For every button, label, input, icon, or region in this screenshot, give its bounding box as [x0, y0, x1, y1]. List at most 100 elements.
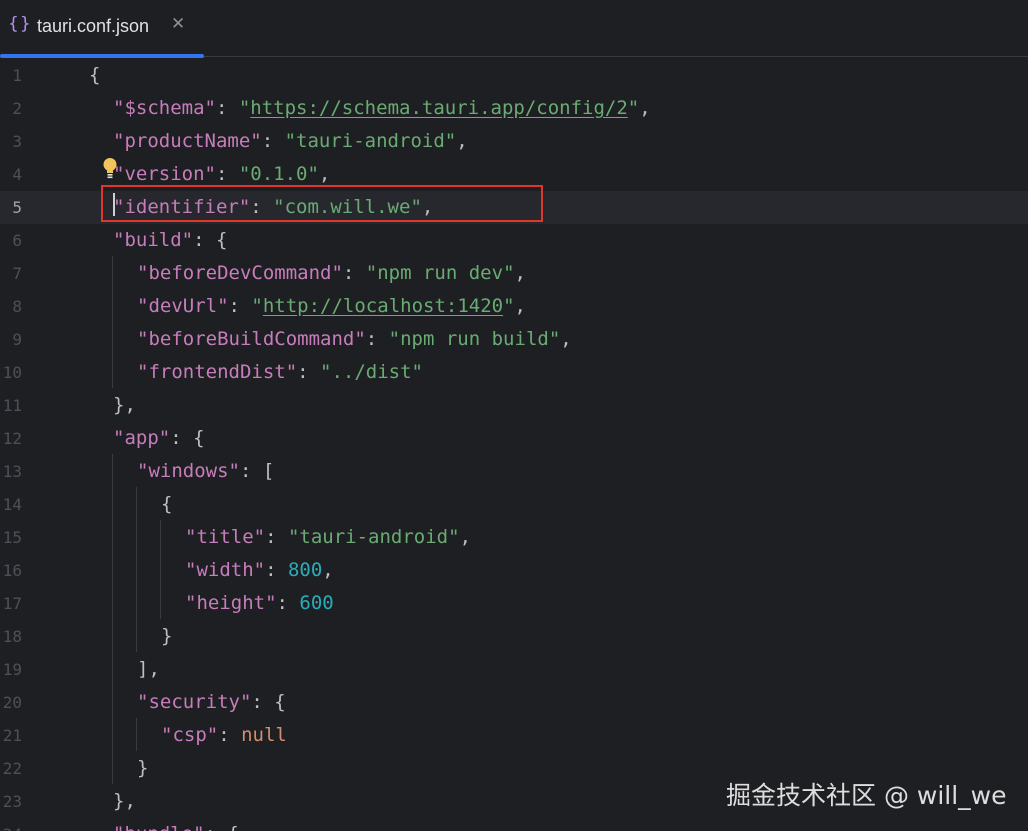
code-text: "devUrl": "http://localhost:1420", — [137, 290, 526, 323]
code-text: "$schema": "https://schema.tauri.app/con… — [113, 92, 651, 125]
code-token: "width" — [185, 559, 266, 581]
line-number: 17 — [2, 594, 22, 613]
indent-guide — [136, 718, 137, 751]
code-line[interactable]: 9 "beforeBuildCommand": "npm run build", — [0, 323, 1028, 356]
code-token: "frontendDist" — [137, 361, 298, 383]
close-icon[interactable]: ✕ — [171, 14, 185, 34]
code-text: "width": 800, — [185, 554, 334, 587]
code-line[interactable]: 16 "width": 800, — [0, 554, 1028, 587]
code-token: "$schema" — [113, 97, 216, 119]
line-number: 23 — [2, 792, 22, 811]
tab-tauri-conf-json[interactable]: {} tauri.conf.json ✕ — [0, 0, 204, 58]
json-braces-icon: {} — [8, 14, 32, 34]
editor-tab-bar: {} tauri.conf.json ✕ — [0, 0, 1028, 58]
code-text: }, — [113, 389, 136, 422]
line-number: 2 — [12, 99, 22, 118]
code-text: "productName": "tauri-android", — [113, 125, 468, 158]
code-token: , — [318, 163, 331, 185]
code-token: "app" — [113, 427, 171, 449]
code-line[interactable]: 15 "title": "tauri-android", — [0, 521, 1028, 554]
code-token: : — [215, 97, 239, 119]
code-token: : — [265, 526, 288, 548]
code-line[interactable]: 12 "app": { — [0, 422, 1028, 455]
code-line[interactable]: 10 "frontendDist": "../dist" — [0, 356, 1028, 389]
code-text: "beforeDevCommand": "npm run dev", — [137, 257, 526, 290]
code-line[interactable]: 14 { — [0, 488, 1028, 521]
code-line[interactable]: 24 "bundle": { — [0, 818, 1028, 831]
code-text: ], — [137, 653, 160, 686]
code-token: { — [161, 493, 173, 515]
code-line[interactable]: 13 "windows": [ — [0, 455, 1028, 488]
indent-guide — [112, 454, 113, 784]
code-token: ], — [137, 658, 160, 680]
code-text: "beforeBuildCommand": "npm run build", — [137, 323, 572, 356]
code-line[interactable]: 1{ — [0, 59, 1028, 92]
code-text: { — [161, 488, 172, 521]
line-number: 13 — [2, 462, 22, 481]
code-token: , — [514, 295, 526, 317]
code-token: : — [265, 559, 288, 581]
code-token: https://schema.tauri.app/config/2 — [250, 97, 628, 119]
code-text: "app": { — [113, 422, 205, 455]
code-text: "security": { — [137, 686, 286, 719]
code-token: "title" — [185, 526, 266, 548]
code-line[interactable]: 11}, — [0, 389, 1028, 422]
code-line[interactable]: 17 "height": 600 — [0, 587, 1028, 620]
code-token: "0.1.0" — [238, 163, 319, 185]
code-token: "../dist" — [320, 361, 423, 383]
code-line[interactable]: 21 "csp": null — [0, 719, 1028, 752]
identifier-highlight-box — [101, 185, 543, 222]
code-token: "beforeDevCommand" — [137, 262, 343, 284]
line-number: 5 — [12, 198, 22, 217]
line-number: 6 — [12, 231, 22, 250]
indent-guide — [160, 520, 161, 619]
code-token: : { — [251, 691, 286, 713]
code-token: : { — [205, 823, 239, 831]
code-token: : { — [193, 229, 228, 251]
line-number: 9 — [12, 330, 22, 349]
lightbulb-icon[interactable] — [101, 157, 119, 183]
code-token: : — [261, 130, 285, 152]
code-token: "version" — [113, 163, 216, 185]
line-number: 10 — [2, 363, 22, 382]
code-token: 800 — [287, 559, 323, 581]
code-token: http://localhost:1420 — [262, 295, 504, 317]
code-line[interactable]: 6 "build": { — [0, 224, 1028, 257]
code-line[interactable]: 20 "security": { — [0, 686, 1028, 719]
code-text: "title": "tauri-android", — [185, 521, 471, 554]
line-number: 19 — [2, 660, 22, 679]
code-token: " — [251, 295, 263, 317]
code-text: "windows": [ — [137, 455, 274, 488]
code-token: , — [639, 97, 651, 119]
code-token: : [ — [239, 460, 275, 482]
code-token: : — [215, 163, 239, 185]
code-line[interactable]: 8 "devUrl": "http://localhost:1420", — [0, 290, 1028, 323]
code-token: "csp" — [161, 724, 219, 746]
code-line[interactable]: 18} — [0, 620, 1028, 653]
code-line[interactable]: 19], — [0, 653, 1028, 686]
code-editor[interactable]: 1{2 "$schema": "https://schema.tauri.app/… — [0, 58, 1028, 831]
code-token: : — [228, 295, 252, 317]
code-text: }, — [113, 785, 136, 818]
code-token: : — [365, 328, 389, 350]
code-token: : — [276, 592, 300, 614]
code-line[interactable]: 7 "beforeDevCommand": "npm run dev", — [0, 257, 1028, 290]
code-text: "height": 600 — [185, 587, 334, 620]
code-text: { — [89, 59, 100, 92]
code-line[interactable]: 3 "productName": "tauri-android", — [0, 125, 1028, 158]
code-token: "npm run dev" — [365, 262, 515, 284]
watermark: 掘金技术社区 @ will_we — [726, 781, 1007, 810]
code-token: }, — [113, 790, 136, 812]
code-token: }, — [113, 394, 136, 416]
code-token: "security" — [137, 691, 252, 713]
code-token: , — [560, 328, 572, 350]
indent-guide — [112, 256, 113, 388]
code-token: "build" — [113, 229, 194, 251]
code-text: } — [137, 752, 148, 785]
text-caret — [113, 193, 115, 216]
code-token: } — [137, 757, 149, 779]
code-text: "frontendDist": "../dist" — [137, 356, 423, 389]
code-line[interactable]: 2 "$schema": "https://schema.tauri.app/co… — [0, 92, 1028, 125]
code-token: , — [322, 559, 334, 581]
line-number: 11 — [2, 396, 22, 415]
